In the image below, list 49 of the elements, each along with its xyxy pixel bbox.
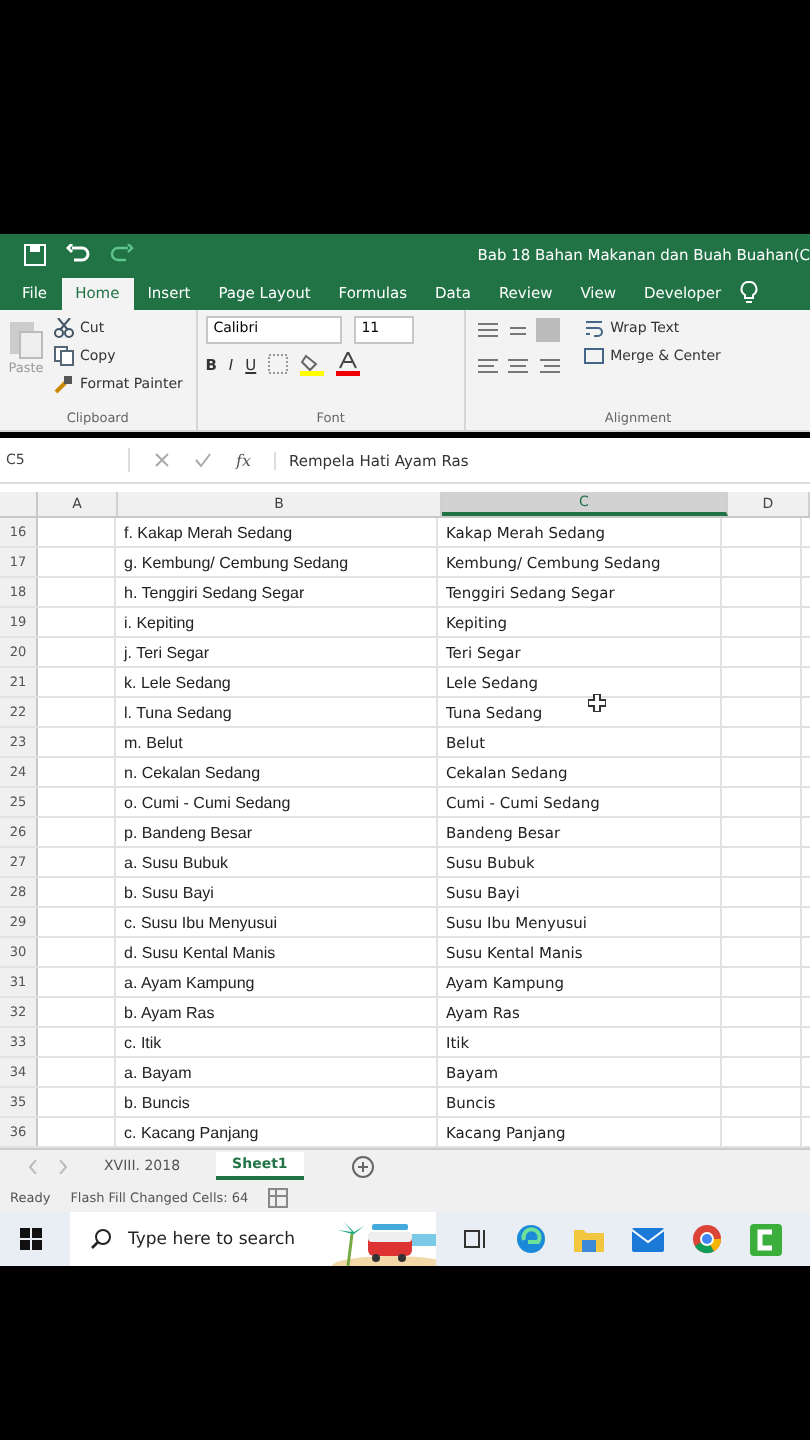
task-view-icon[interactable]: [464, 1228, 488, 1250]
lightbulb-icon[interactable]: [739, 280, 758, 304]
windows-start-icon[interactable]: [20, 1228, 42, 1250]
border-icon[interactable]: [268, 354, 289, 374]
add-sheet-icon[interactable]: [351, 1155, 374, 1177]
table-cell: b. Buncis: [116, 1088, 438, 1116]
folder-icon[interactable]: [574, 1226, 604, 1252]
table-cell: b. Ayam Ras: [116, 998, 438, 1026]
copy-icon: [54, 346, 74, 366]
taskbar-search-field[interactable]: Type here to search: [70, 1212, 436, 1266]
check-icon[interactable]: [194, 452, 212, 468]
table-cell: m. Belut: [116, 728, 438, 756]
cancel-icon[interactable]: [154, 452, 170, 468]
chrome-icon[interactable]: [692, 1224, 722, 1254]
table-cell: l. Tuna Sedang: [116, 698, 438, 726]
redo-icon[interactable]: [110, 244, 134, 264]
table-cell: a. Susu Bubuk: [116, 848, 438, 876]
table-cell: i. Kepiting: [116, 608, 438, 636]
search-icon: [90, 1228, 112, 1250]
table-cell: p. Bandeng Besar: [116, 818, 438, 846]
cell-cursor-icon: [588, 694, 606, 712]
browser-icon[interactable]: [516, 1224, 546, 1254]
table-cell: c. Itik: [116, 1028, 438, 1056]
macro-recording-icon[interactable]: [268, 1187, 289, 1207]
wrap-text-icon: [584, 318, 605, 338]
save-icon[interactable]: [24, 243, 46, 265]
brush-icon: [54, 374, 74, 394]
undo-icon[interactable]: [66, 244, 90, 264]
app-icon[interactable]: [750, 1223, 782, 1255]
table-cell: n. Cekalan Sedang: [116, 758, 438, 786]
function-button[interactable]: fx: [236, 451, 251, 469]
table-cell: f. Kakap Merah Sedang: [116, 518, 438, 546]
table-cell: c. Susu Ibu Menyusui: [116, 908, 438, 936]
table-cell: d. Susu Kental Manis: [116, 938, 438, 966]
table-cell: b. Susu Bayi: [116, 878, 438, 906]
mail-icon[interactable]: [632, 1227, 664, 1251]
table-cell: k. Lele Sedang: [116, 668, 438, 696]
font-color-icon[interactable]: [336, 352, 361, 376]
table-cell: h. Tenggiri Sedang Segar: [116, 578, 438, 606]
table-cell: o. Cumi - Cumi Sedang: [116, 788, 438, 816]
merge-icon: [584, 346, 605, 366]
table-cell: g. Kembung/ Cembung Sedang: [116, 548, 438, 576]
table-cell: j. Teri Segar: [116, 638, 438, 666]
scissors-icon: [54, 318, 74, 338]
clipboard-icon: [8, 316, 44, 360]
table-cell: a. Bayam: [116, 1058, 438, 1086]
table-cell: a. Ayam Kampung: [116, 968, 438, 996]
fill-color-icon[interactable]: [300, 352, 325, 376]
table-cell: c. Kacang Panjang: [116, 1118, 438, 1146]
